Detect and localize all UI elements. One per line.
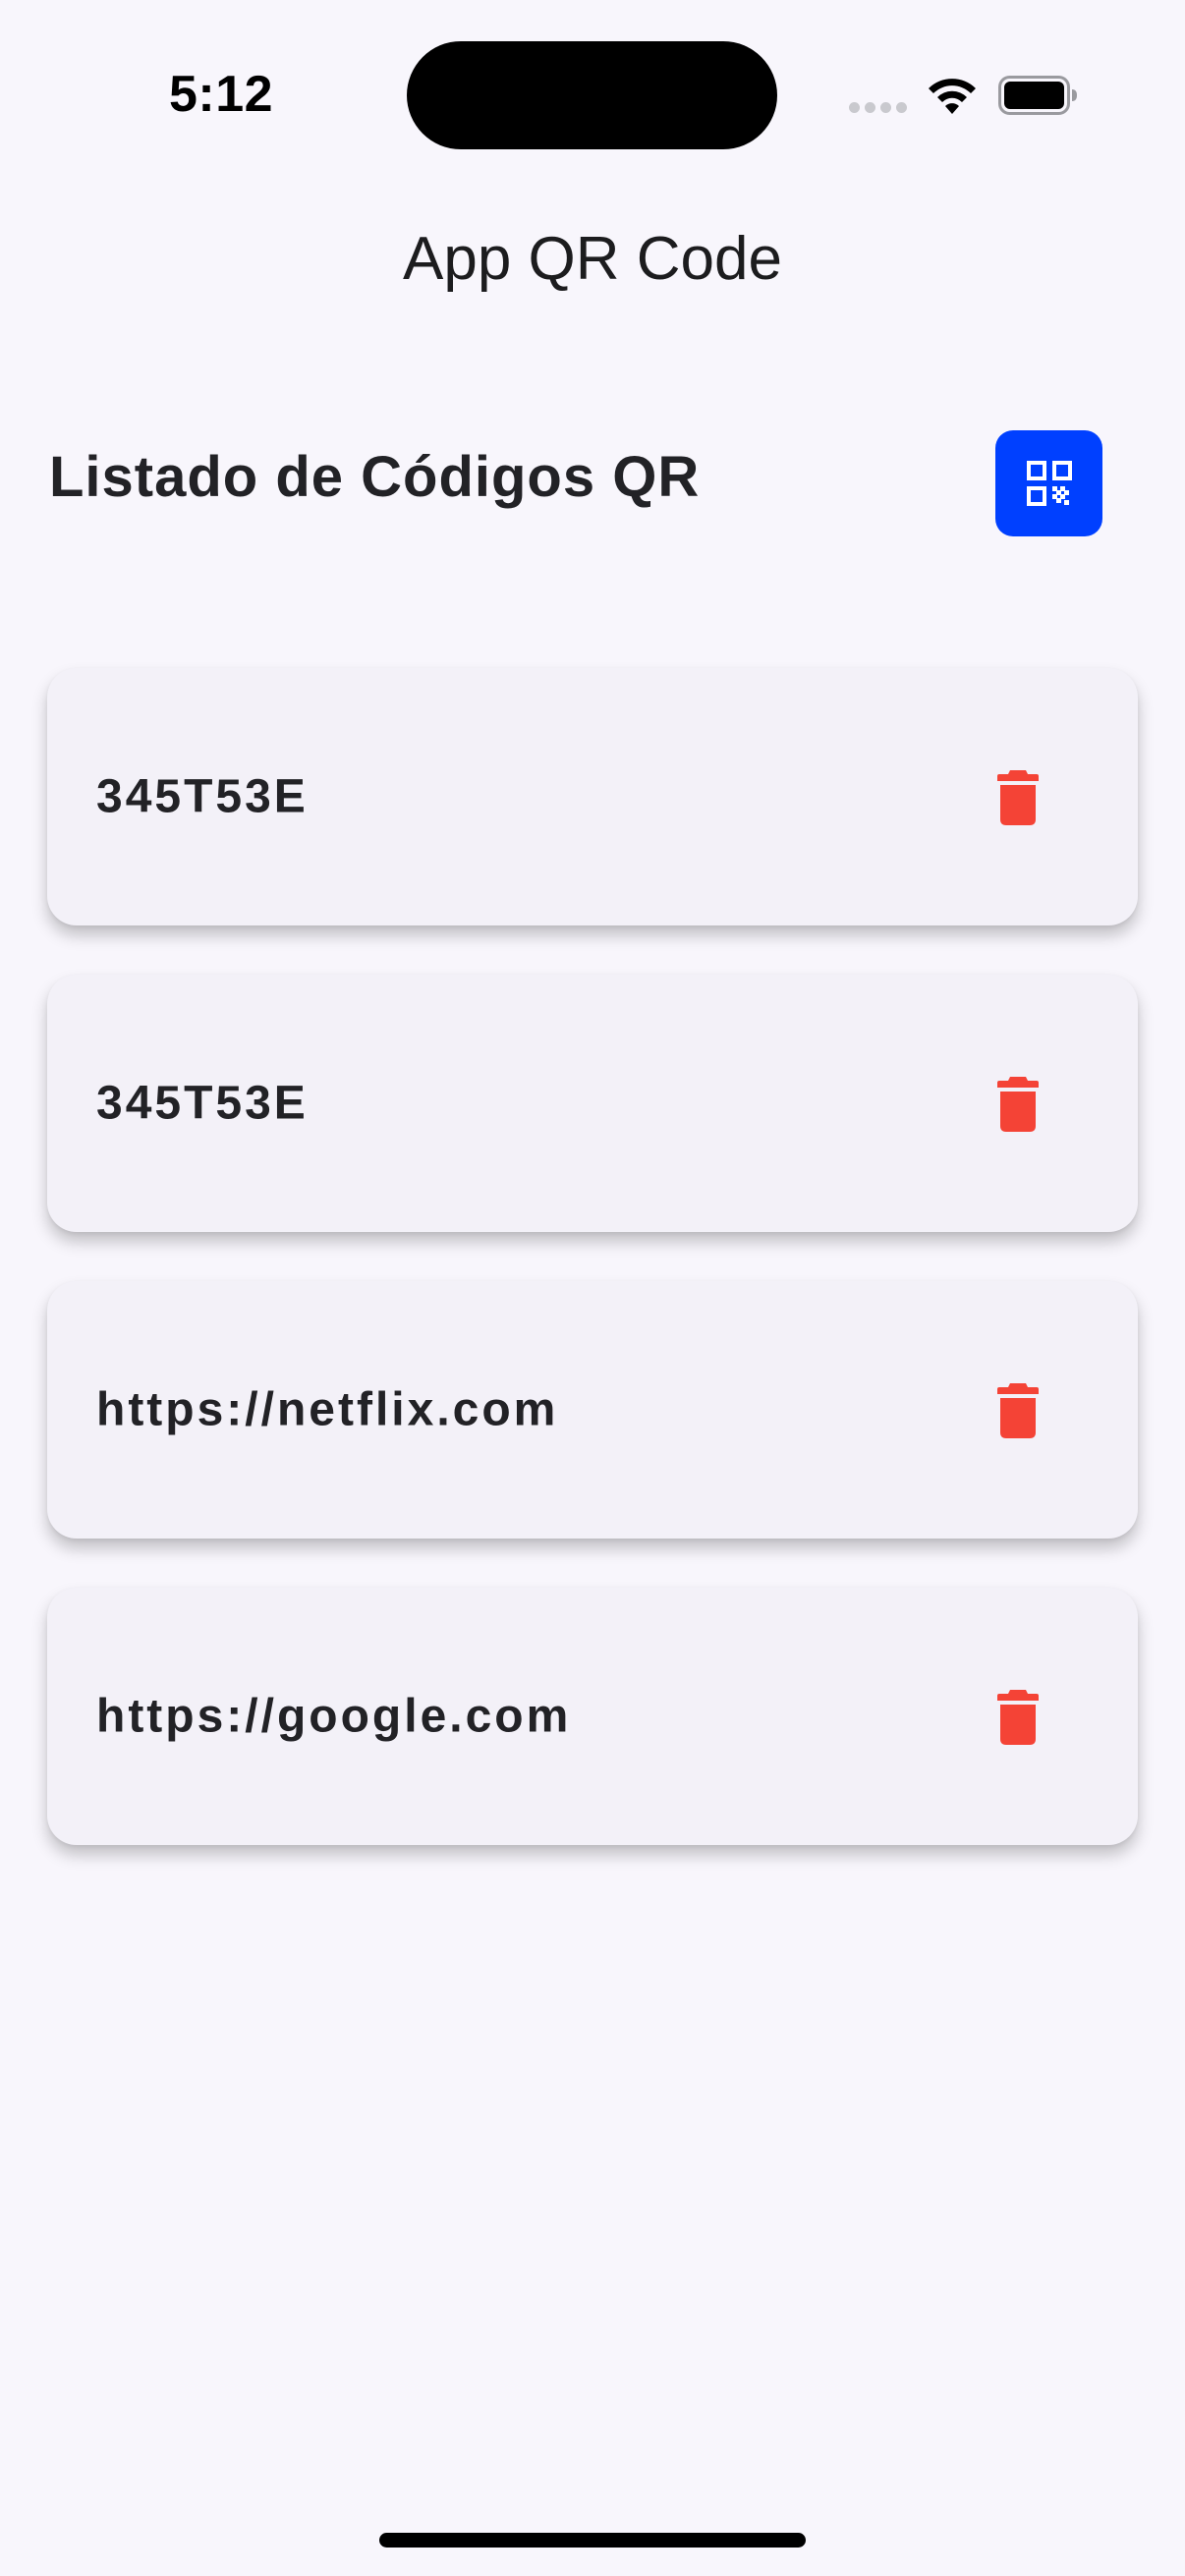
- delete-button[interactable]: [987, 765, 1049, 828]
- qr-code-icon: [1026, 461, 1072, 506]
- page-title: Listado de Códigos QR: [49, 445, 701, 509]
- qr-list-item[interactable]: 345T53E: [47, 668, 1138, 925]
- delete-button[interactable]: [987, 1378, 1049, 1441]
- status-bar: 5:12: [0, 0, 1185, 187]
- cellular-signal-icon: [849, 102, 908, 114]
- qr-item-text: https://netflix.com: [96, 1383, 559, 1436]
- delete-button[interactable]: [987, 1685, 1049, 1748]
- qr-list-item[interactable]: 345T53E: [47, 975, 1138, 1232]
- qr-list-item[interactable]: https://google.com: [47, 1588, 1138, 1845]
- app-title: App QR Code: [403, 225, 782, 293]
- qr-item-text: 345T53E: [96, 770, 309, 823]
- dynamic-island: [407, 41, 777, 149]
- wifi-icon: [929, 79, 976, 114]
- qr-item-text: 345T53E: [96, 1077, 309, 1130]
- qr-list-item[interactable]: https://netflix.com: [47, 1281, 1138, 1539]
- trash-icon: [997, 1077, 1039, 1132]
- trash-icon: [997, 1383, 1039, 1438]
- home-indicator[interactable]: [379, 2533, 806, 2548]
- battery-icon: [998, 76, 1077, 115]
- trash-icon: [997, 770, 1039, 825]
- status-time: 5:12: [169, 66, 274, 123]
- trash-icon: [997, 1690, 1039, 1745]
- scan-qr-button[interactable]: [995, 430, 1102, 536]
- delete-button[interactable]: [987, 1072, 1049, 1135]
- qr-item-text: https://google.com: [96, 1690, 572, 1743]
